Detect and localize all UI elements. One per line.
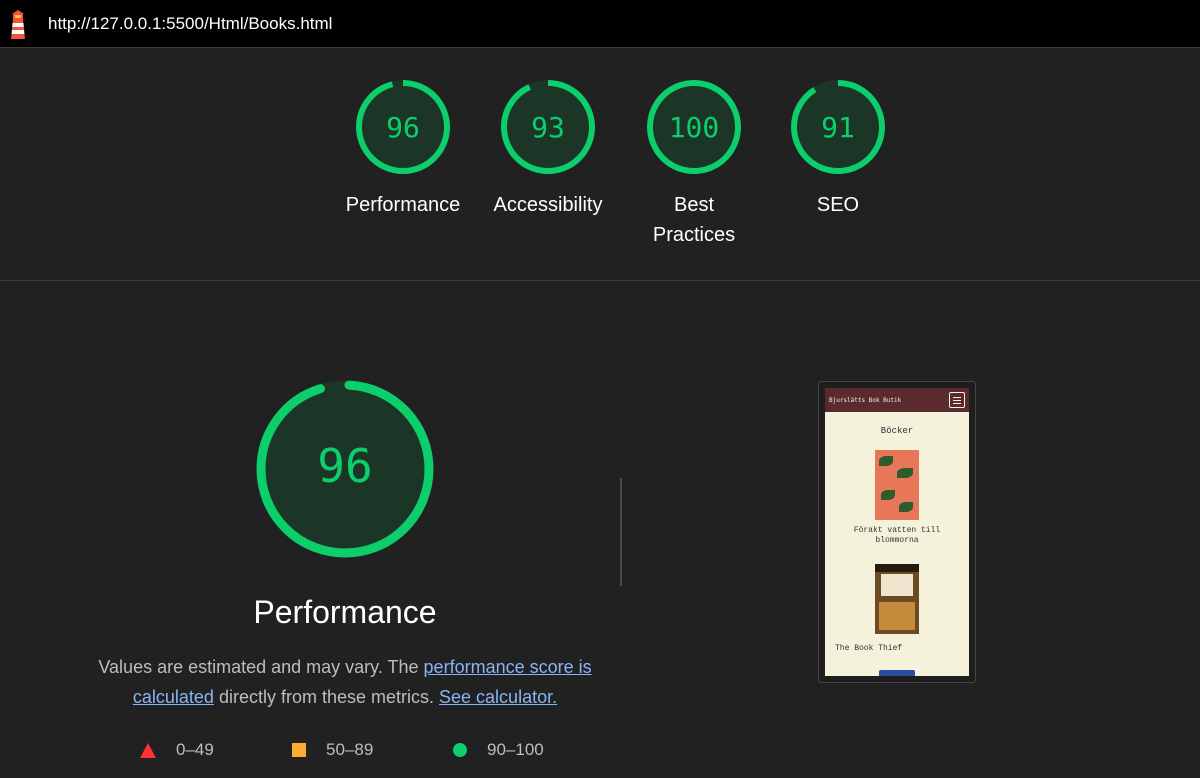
gauge-ring: 100: [647, 80, 741, 174]
vertical-separator: [620, 478, 622, 586]
description-text: Values are estimated and may vary. The: [98, 657, 424, 677]
screenshot-page: Bjurslätts Bok Butik Böcker Förakt vatte…: [825, 388, 969, 676]
book-cover-image: [875, 564, 919, 634]
screenshot-brand: Bjurslätts Bok Butik: [829, 396, 902, 404]
book-title: The Book Thief: [835, 644, 903, 653]
gauge-score: 100: [669, 111, 720, 144]
gauge-label: Accessibility: [493, 194, 603, 216]
gauge-score: 91: [821, 111, 855, 144]
section-divider: [0, 280, 1200, 281]
gauge-ring: 93: [501, 80, 595, 174]
gauge-score: 93: [531, 111, 565, 144]
hamburger-icon: [949, 392, 965, 408]
legend-fail: 0–49: [140, 738, 214, 762]
gauge-label: Performance: [345, 194, 461, 216]
description-text: directly from these metrics.: [213, 687, 440, 707]
square-icon: [292, 743, 306, 757]
legend-average-label: 50–89: [326, 740, 374, 759]
book-cover-image: [879, 670, 915, 676]
screenshot-heading: Böcker: [880, 426, 914, 436]
lighthouse-icon: [11, 10, 25, 39]
circle-icon: [453, 743, 467, 757]
performance-score: 96: [317, 439, 372, 493]
gauge-score: 96: [386, 111, 420, 144]
legend-pass: 90–100: [453, 738, 544, 762]
gauge-ring: 96: [356, 80, 450, 174]
performance-gauge: 96: [256, 380, 434, 558]
book-title: Förakt vatten till blommorna: [853, 526, 941, 545]
legend-fail-label: 0–49: [176, 740, 214, 759]
gauge-label: SEO: [816, 194, 860, 216]
gauge-label: Best Practices: [652, 194, 736, 246]
gauge-performance[interactable]: 96 Performance: [333, 78, 473, 220]
gauge-accessibility[interactable]: 93 Accessibility: [478, 78, 618, 220]
gauge-seo[interactable]: 91 SEO: [768, 78, 908, 220]
triangle-icon: [140, 742, 156, 758]
legend-pass-label: 90–100: [487, 740, 544, 759]
screenshot-navbar: Bjurslätts Bok Butik: [825, 388, 969, 412]
performance-description: Values are estimated and may vary. The p…: [95, 652, 595, 712]
gauge-ring: 91: [791, 80, 885, 174]
final-screenshot[interactable]: Bjurslätts Bok Butik Böcker Förakt vatte…: [818, 381, 976, 683]
legend-average: 50–89: [292, 738, 373, 762]
page-url[interactable]: http://127.0.0.1:5500/Html/Books.html: [48, 14, 332, 34]
see-calculator-link[interactable]: See calculator.: [439, 687, 557, 707]
gauge-best-practices[interactable]: 100 Best Practices: [624, 78, 764, 250]
performance-title: Performance: [253, 594, 437, 630]
book-cover-image: [875, 450, 919, 520]
report-header: http://127.0.0.1:5500/Html/Books.html: [0, 0, 1200, 48]
